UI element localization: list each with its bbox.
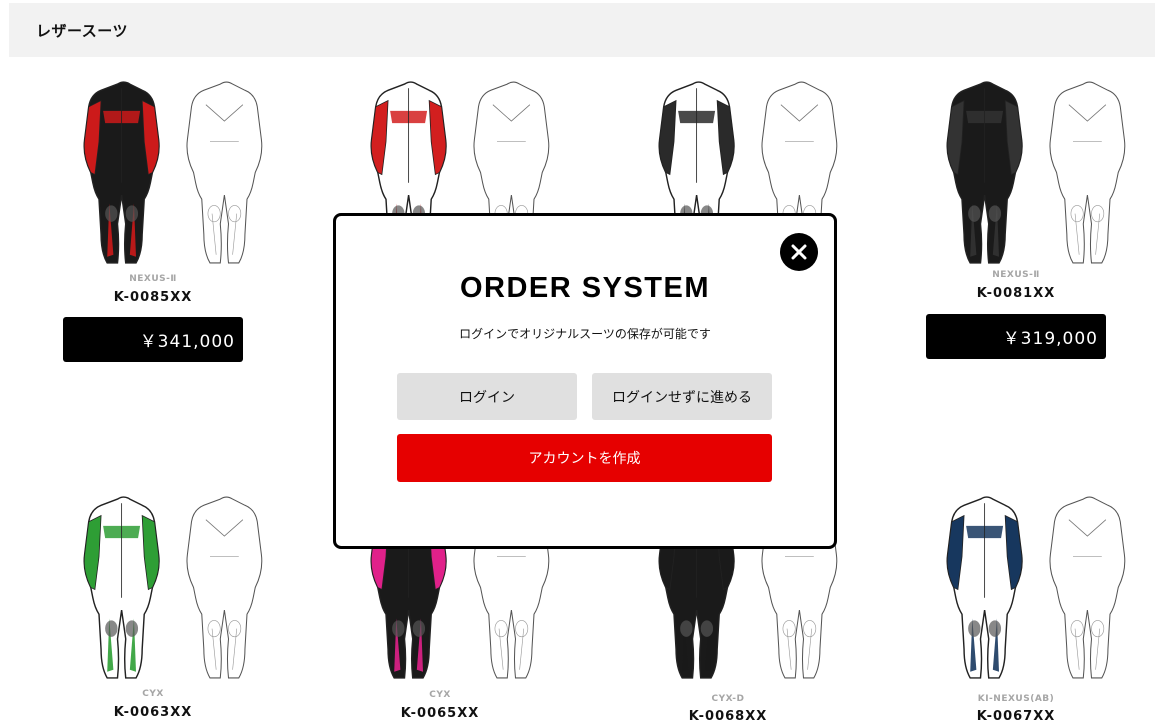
product-code: K-0081XX <box>976 286 1056 301</box>
modal-subtitle: ログインでオリジナルスーツの保存が可能です <box>459 327 711 341</box>
product-series: NEXUS-Ⅱ <box>992 270 1040 280</box>
suit-illustration[interactable] <box>926 80 1146 265</box>
product-series: CYX <box>429 690 451 700</box>
create-account-button[interactable]: アカウントを作成 <box>397 434 772 482</box>
product-code: K-0085XX <box>113 290 193 305</box>
product-code: K-0068XX <box>688 709 768 722</box>
login-button[interactable]: ログイン <box>397 373 577 420</box>
product-series: KI-NEXUS(AB) <box>977 694 1055 704</box>
suit-illustration[interactable] <box>63 80 283 265</box>
price-button[interactable]: ￥341,000 <box>63 317 243 362</box>
product-code: K-0063XX <box>113 705 193 720</box>
close-icon <box>791 244 807 260</box>
product-code: K-0067XX <box>976 709 1056 722</box>
order-system-modal: ORDER SYSTEM ログインでオリジナルスーツの保存が可能です ログイン … <box>333 213 837 549</box>
product-series: CYX <box>142 689 164 699</box>
suit-illustration[interactable] <box>926 495 1146 680</box>
close-button[interactable] <box>780 233 818 271</box>
product-code: K-0065XX <box>400 706 480 721</box>
suit-illustration[interactable] <box>63 495 283 680</box>
product-series: NEXUS-Ⅱ <box>129 274 177 284</box>
price-button[interactable]: ￥319,000 <box>926 314 1106 359</box>
page-header: レザースーツ <box>9 3 1155 57</box>
product-series: CYX-D <box>711 694 745 704</box>
modal-title: ORDER SYSTEM <box>459 272 711 304</box>
page-title: レザースーツ <box>36 21 128 40</box>
continue-without-login-button[interactable]: ログインせずに進める <box>592 373 772 420</box>
